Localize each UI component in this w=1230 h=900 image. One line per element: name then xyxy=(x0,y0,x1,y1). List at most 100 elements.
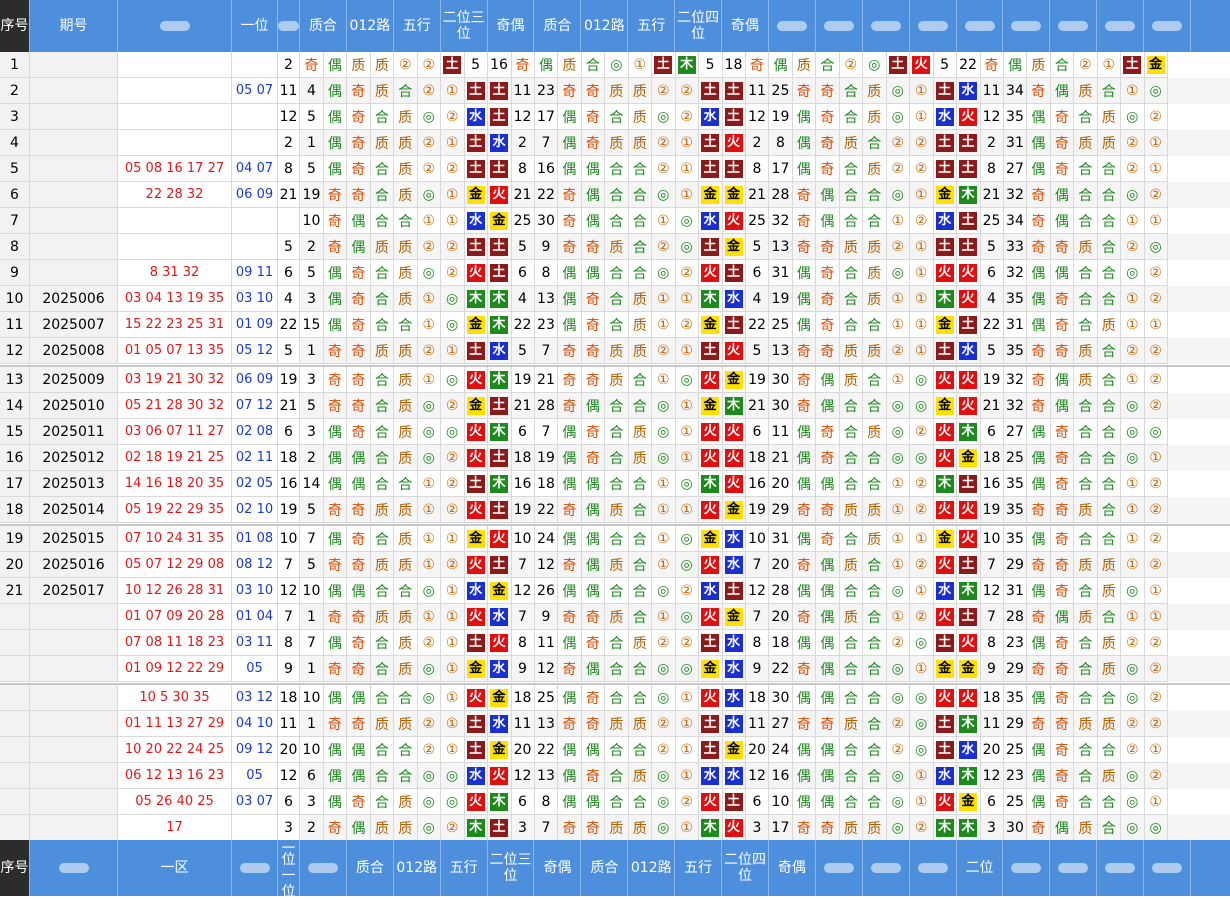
trend-glyph: 合 xyxy=(604,763,629,789)
element-badge: 金 xyxy=(724,740,743,759)
trend-glyph: 奇 xyxy=(815,711,840,737)
header-cell[interactable] xyxy=(816,840,863,896)
trend-glyph: 金 xyxy=(464,312,489,338)
period-number xyxy=(30,52,118,78)
trend-number: 22 xyxy=(745,312,770,338)
header-cell[interactable]: 五行 xyxy=(675,840,723,896)
trend-number: 8 xyxy=(769,130,793,156)
header-cell[interactable]: 质合 xyxy=(535,0,582,52)
blurred-header-label xyxy=(870,863,901,873)
trend-glyph: ◎ xyxy=(417,419,442,445)
header-cell[interactable] xyxy=(1050,840,1098,896)
element-badge: 火 xyxy=(466,422,485,441)
trend-glyph: 土 xyxy=(933,711,958,737)
trend-glyph: 合 xyxy=(604,578,629,604)
header-cell[interactable]: 质合 xyxy=(347,840,394,896)
header-cell[interactable]: 012路 xyxy=(394,840,441,896)
trend-glyph: ◎ xyxy=(909,685,934,711)
header-cell[interactable] xyxy=(118,0,232,52)
element-badge: 火 xyxy=(959,289,978,308)
header-cell[interactable] xyxy=(910,840,957,896)
header-cell[interactable]: 二位四位 xyxy=(722,840,769,896)
trend-glyph: 合 xyxy=(628,471,653,497)
element-badge: 土 xyxy=(724,107,743,126)
header-cell[interactable] xyxy=(863,840,910,896)
position-one: 21 xyxy=(278,182,300,208)
header-cell[interactable] xyxy=(1144,840,1192,896)
trend-glyph: 合 xyxy=(628,234,653,260)
trend-glyph: 合 xyxy=(839,656,864,682)
trend-glyph: 奇 xyxy=(1050,130,1075,156)
trend-glyph: 金 xyxy=(698,656,723,682)
trend-glyph: ① xyxy=(440,78,465,104)
header-cell[interactable]: 五行 xyxy=(394,0,441,52)
header-cell[interactable]: 五行 xyxy=(441,840,488,896)
header-cell[interactable] xyxy=(1050,0,1098,52)
header-cell[interactable] xyxy=(816,0,863,52)
trend-glyph: 合 xyxy=(393,471,418,497)
trend-number: 21 xyxy=(511,393,535,419)
header-cell[interactable]: 奇偶 xyxy=(535,840,582,896)
trend-glyph: 质 xyxy=(393,260,418,286)
header-cell[interactable]: 质合 xyxy=(581,840,629,896)
header-cell[interactable] xyxy=(30,840,118,896)
header-cell[interactable]: 012路 xyxy=(628,840,676,896)
header-cell[interactable]: 二位一位 xyxy=(278,836,300,900)
header-cell[interactable] xyxy=(1097,0,1145,52)
period-number xyxy=(30,78,118,104)
header-cell[interactable]: 012路 xyxy=(581,0,629,52)
trend-number: 22 xyxy=(980,312,1004,338)
header-cell[interactable]: 五行 xyxy=(628,0,676,52)
trend-glyph: 质 xyxy=(604,78,629,104)
header-cell[interactable] xyxy=(957,0,1004,52)
header-cell[interactable] xyxy=(910,0,957,52)
trend-number: 34 xyxy=(1003,208,1028,234)
element-badge: 木 xyxy=(466,818,485,837)
header-cell[interactable] xyxy=(300,840,347,896)
header-cell[interactable]: 序号 xyxy=(0,840,30,896)
header-cell[interactable]: 奇偶 xyxy=(722,0,769,52)
header-cell[interactable] xyxy=(1004,0,1051,52)
header-cell[interactable]: 序号 xyxy=(0,0,30,52)
trend-number: 7 xyxy=(300,526,324,552)
trend-glyph: ① xyxy=(886,497,911,523)
trend-glyph: 水 xyxy=(956,78,981,104)
trend-number: 18 xyxy=(511,685,535,711)
header-cell[interactable]: 二位四位 xyxy=(675,0,723,52)
trend-number: 22 xyxy=(511,312,535,338)
trend-glyph: 合 xyxy=(839,630,864,656)
trend-glyph: 奇 xyxy=(1050,763,1075,789)
trend-glyph: ◎ xyxy=(886,78,911,104)
trend-glyph: ① xyxy=(909,260,934,286)
header-cell[interactable]: 012路 xyxy=(347,0,394,52)
header-cell[interactable] xyxy=(1144,0,1192,52)
trend-glyph: ◎ xyxy=(675,604,700,630)
header-cell[interactable] xyxy=(1004,840,1051,896)
trend-glyph: 奇 xyxy=(557,711,582,737)
header-cell[interactable] xyxy=(769,0,816,52)
blue-balls xyxy=(232,815,278,841)
trend-glyph: 土 xyxy=(956,312,981,338)
element-badge: 水 xyxy=(701,766,720,785)
header-cell[interactable] xyxy=(863,0,910,52)
trend-glyph: 火 xyxy=(722,419,747,445)
header-cell[interactable]: 奇偶 xyxy=(488,0,535,52)
header-cell[interactable] xyxy=(1097,840,1145,896)
header-cell[interactable]: 二位三位 xyxy=(441,0,488,52)
header-cell[interactable] xyxy=(278,0,300,52)
trend-number: 16 xyxy=(980,471,1004,497)
header-cell[interactable]: 期号 xyxy=(30,0,118,52)
header-cell[interactable]: 二位三位 xyxy=(488,840,535,896)
blurred-header-label xyxy=(776,21,807,31)
trend-glyph: 奇 xyxy=(1026,604,1051,630)
header-cell[interactable]: 一区 xyxy=(118,840,232,896)
position-one: 11 xyxy=(278,78,300,104)
element-badge: 土 xyxy=(490,555,509,574)
header-cell[interactable]: 奇偶 xyxy=(769,840,816,896)
trend-glyph: 偶 xyxy=(815,763,840,789)
header-cell[interactable]: 一位 xyxy=(232,0,278,52)
header-cell[interactable] xyxy=(232,840,278,896)
element-badge: 土 xyxy=(959,555,978,574)
header-cell[interactable]: 质合 xyxy=(300,0,347,52)
header-cell[interactable]: 二位 xyxy=(957,840,1004,896)
